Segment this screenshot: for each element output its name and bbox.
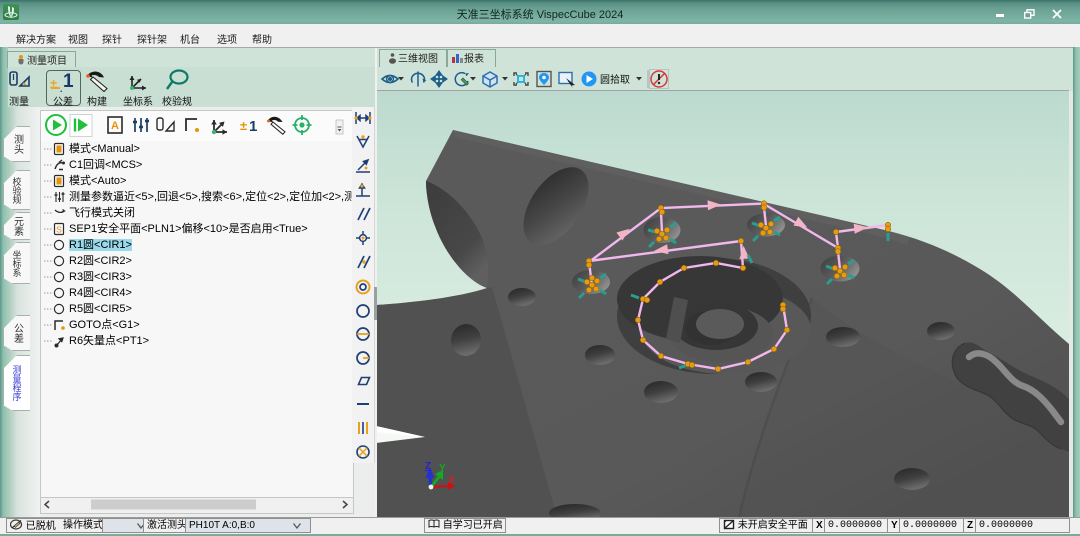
- svg-text:±: ±: [240, 118, 247, 133]
- svg-text:X: X: [448, 475, 455, 486]
- svg-text:S: S: [56, 225, 62, 235]
- svg-text:1: 1: [249, 118, 257, 135]
- svg-text:A: A: [111, 120, 119, 132]
- svg-text:圆拾取: 圆拾取: [600, 73, 630, 86]
- svg-text:Y: Y: [439, 463, 446, 474]
- svg-text:Z: Z: [425, 461, 431, 472]
